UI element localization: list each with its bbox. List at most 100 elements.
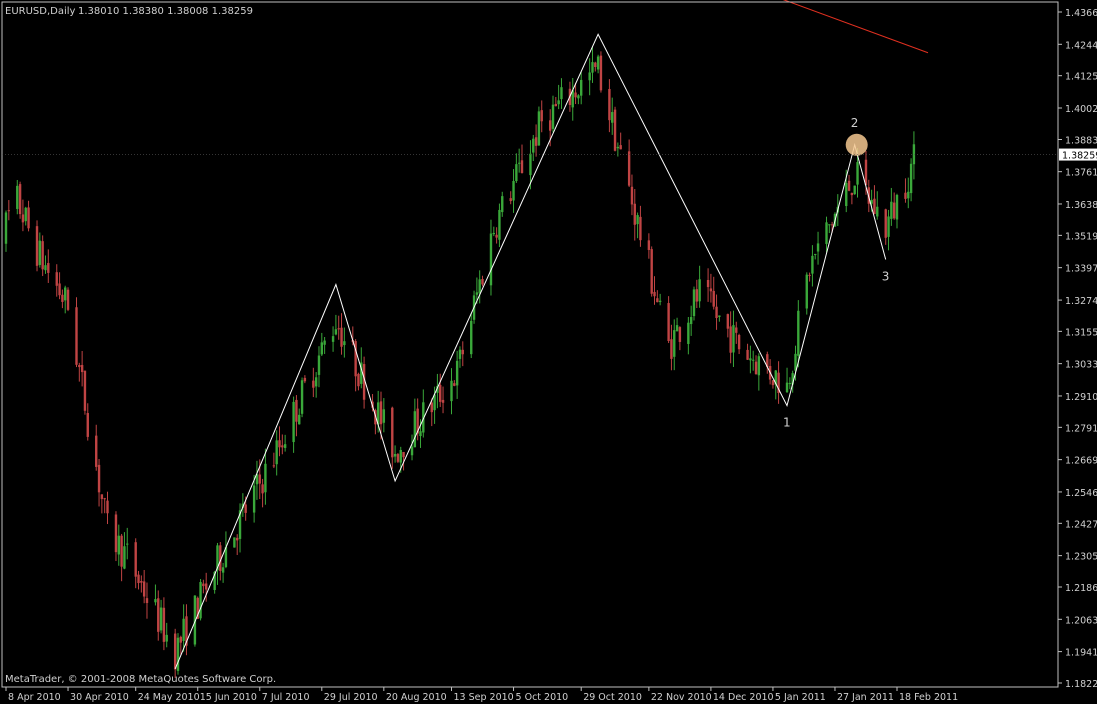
candle-body	[165, 634, 168, 642]
candle-body	[532, 138, 535, 153]
candle-body	[314, 377, 318, 387]
candle-body	[137, 574, 140, 584]
chart-background	[0, 0, 1097, 704]
candle-body	[413, 411, 417, 448]
candle-body	[134, 542, 137, 577]
candle-body	[66, 289, 70, 310]
price-tick-label: 1.25465	[1065, 488, 1097, 499]
candle-body	[692, 289, 696, 317]
candle-body	[512, 180, 515, 201]
candle-body	[517, 162, 521, 164]
candle-body	[357, 373, 360, 387]
candle-body	[574, 92, 577, 98]
candle-body	[334, 329, 338, 335]
candle-body	[75, 307, 78, 365]
candle-body	[337, 328, 340, 330]
candle-body	[80, 365, 84, 373]
candle-body	[557, 100, 560, 105]
candle-body	[845, 182, 848, 206]
candle-body	[298, 414, 301, 425]
price-tick-label: 1.24275	[1065, 519, 1097, 530]
candle-body	[594, 62, 597, 67]
candle-body	[895, 194, 899, 220]
candle-body	[732, 325, 735, 353]
candle-body	[814, 253, 817, 255]
candle-body	[278, 440, 281, 448]
candle-body	[495, 234, 498, 238]
candle-body	[726, 314, 730, 329]
candle-body	[47, 263, 50, 273]
candle-body	[709, 288, 713, 292]
candle-body	[199, 582, 202, 619]
price-tick-label: 1.41250	[1065, 72, 1097, 83]
candle-body	[38, 240, 42, 265]
price-tick-label: 1.27915	[1065, 423, 1097, 434]
candle-body	[667, 303, 670, 341]
candle-body	[596, 56, 600, 70]
candle-body	[639, 216, 642, 241]
price-tick-label: 1.31555	[1065, 327, 1097, 338]
candle-body	[588, 72, 591, 81]
candle-body	[100, 494, 104, 499]
candle-body	[825, 222, 828, 244]
candle-body	[907, 191, 910, 199]
candle-body	[608, 88, 611, 121]
candle-body	[808, 274, 811, 276]
candle-body	[864, 159, 868, 186]
candle-body	[64, 287, 67, 301]
candle-body	[126, 543, 129, 545]
candle-body	[261, 484, 264, 494]
candle-body	[4, 212, 8, 244]
candle-body	[729, 326, 732, 353]
price-tick-label: 1.29105	[1065, 392, 1097, 403]
price-tick-label: 1.37610	[1065, 168, 1097, 179]
date-tick-label: 24 May 2010	[138, 692, 200, 703]
candle-body	[106, 500, 109, 514]
candle-body	[179, 636, 183, 643]
candle-body	[534, 137, 538, 146]
candle-body	[751, 359, 755, 361]
candle-body	[754, 361, 758, 375]
candle-body	[159, 607, 163, 631]
candle-body	[478, 279, 481, 294]
candle-body	[498, 209, 501, 240]
candle-body	[78, 365, 81, 368]
date-tick-label: 14 Dec 2010	[713, 692, 774, 703]
candle-body	[551, 104, 555, 129]
candle-body	[892, 202, 896, 219]
date-tick-label: 22 Nov 2010	[651, 692, 712, 703]
candle-body	[236, 537, 239, 541]
candle-body	[591, 62, 594, 73]
candle-body	[653, 291, 656, 297]
candle-body	[283, 444, 287, 448]
candle-body	[520, 160, 524, 173]
candle-body	[656, 298, 659, 303]
candle-body	[41, 241, 44, 270]
pivot-marker	[845, 133, 868, 156]
date-tick-label: 5 Oct 2010	[516, 692, 569, 703]
candle-body	[537, 111, 541, 146]
price-tick-label: 1.19410	[1065, 648, 1097, 659]
price-tick-label: 1.36385	[1065, 200, 1097, 211]
candle-body	[633, 203, 636, 225]
candle-body	[695, 289, 699, 302]
wave-label: 3	[882, 269, 890, 283]
candle-body	[847, 180, 851, 191]
candle-body	[876, 206, 879, 217]
candle-body	[182, 618, 185, 641]
candle-body	[470, 320, 473, 355]
candle-body	[515, 164, 518, 182]
candle-body	[21, 214, 25, 223]
date-tick-label: 13 Sep 2010	[454, 692, 514, 703]
candle-body	[402, 451, 405, 458]
candle-body	[331, 336, 335, 342]
price-chart[interactable]: 1 2 3 1.43665 1.42440 1.41250 1.40025 1.38830 1…	[0, 0, 1097, 704]
price-tick-label: 1.23050	[1065, 552, 1097, 563]
date-tick-label: 29 Jul 2010	[324, 692, 378, 703]
candle-body	[117, 535, 120, 555]
candle-body	[884, 209, 887, 238]
price-tick-label: 1.20635	[1065, 615, 1097, 626]
candle-body	[554, 103, 558, 107]
candle-body	[16, 185, 19, 209]
candle-body	[27, 207, 30, 229]
